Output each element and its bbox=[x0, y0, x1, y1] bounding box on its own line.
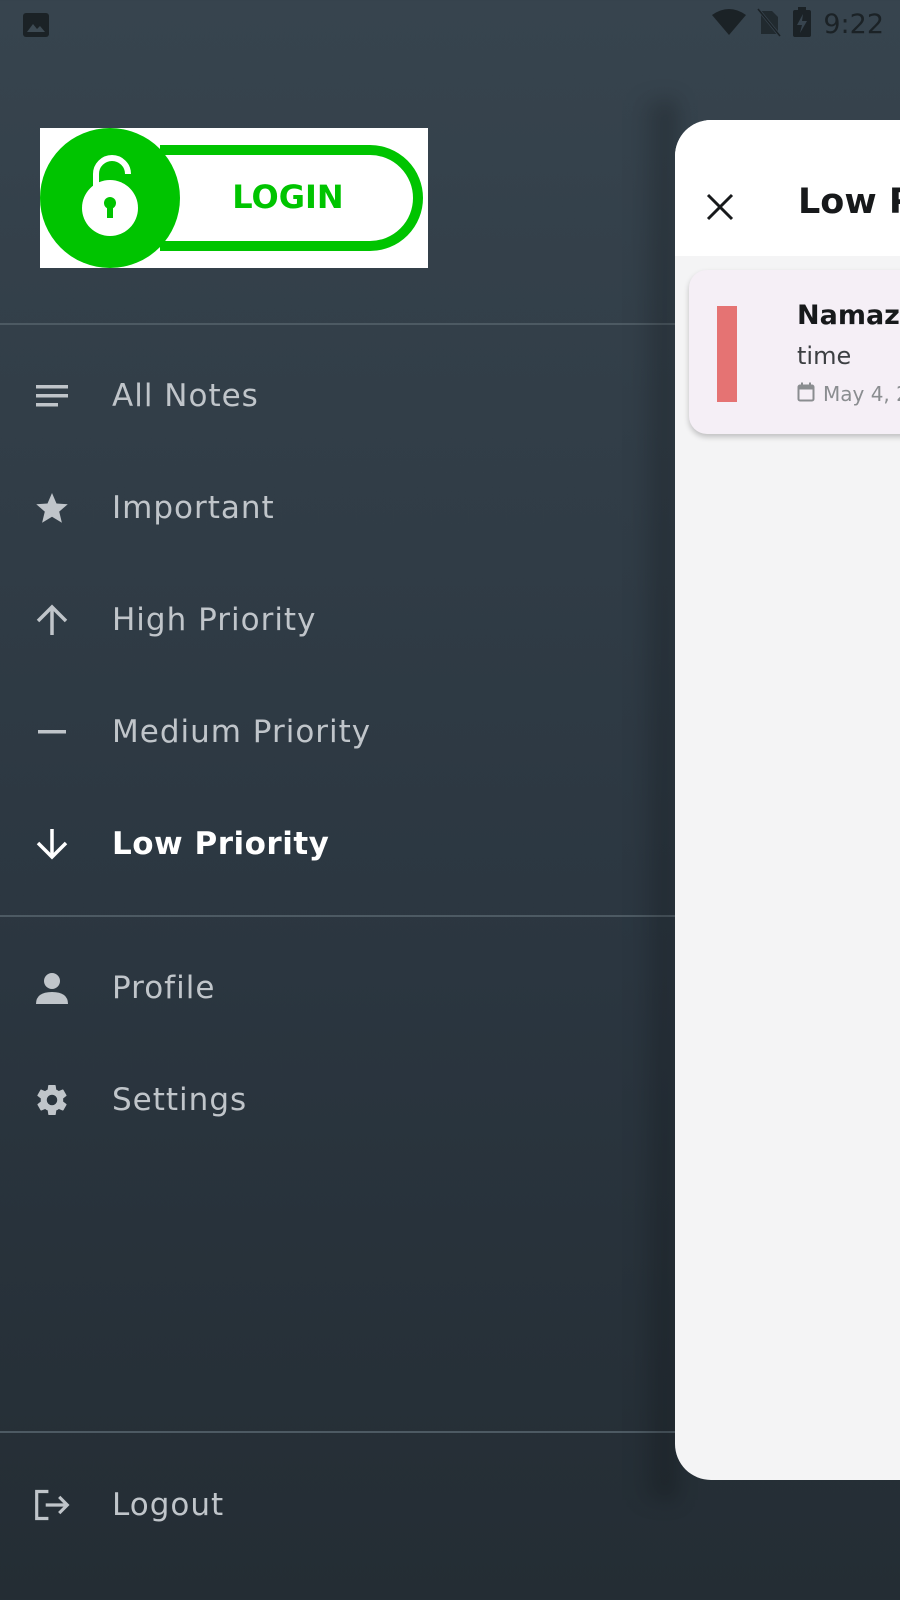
logo-text: LOGIN bbox=[232, 178, 343, 216]
status-bar: 9:22 bbox=[0, 0, 900, 48]
menu-item-label: Important bbox=[112, 490, 275, 526]
menu-item-label: Low Priority bbox=[112, 826, 330, 862]
menu-item-label: Logout bbox=[112, 1487, 225, 1523]
close-icon[interactable] bbox=[705, 192, 735, 222]
arrow-up-icon bbox=[34, 602, 70, 638]
sheet-shadow bbox=[636, 100, 676, 1500]
note-title: Namaz bbox=[797, 300, 900, 331]
menu-item-label: Settings bbox=[112, 1082, 248, 1118]
note-date: May 4, 20 bbox=[823, 382, 900, 406]
menu-item-label: Profile bbox=[112, 970, 216, 1006]
minus-icon bbox=[34, 714, 70, 750]
clock: 9:22 bbox=[823, 8, 884, 40]
sheet-header: Low P bbox=[675, 120, 900, 256]
person-icon bbox=[34, 970, 70, 1006]
image-icon bbox=[22, 12, 50, 42]
divider bbox=[0, 915, 680, 917]
battery-charging-icon bbox=[791, 6, 813, 42]
menu-item-medium-priority[interactable]: Medium Priority bbox=[0, 692, 676, 772]
notes-sheet: Low P Namaz time May 4, 20 bbox=[675, 120, 900, 1480]
menu-item-label: High Priority bbox=[112, 602, 317, 638]
priority-indicator bbox=[717, 306, 737, 402]
divider bbox=[0, 1431, 680, 1433]
note-card[interactable]: Namaz time May 4, 20 bbox=[689, 270, 900, 434]
menu-item-profile[interactable]: Profile bbox=[0, 948, 676, 1028]
menu-item-important[interactable]: Important bbox=[0, 468, 676, 548]
menu-item-all-notes[interactable]: All Notes bbox=[0, 356, 676, 436]
notes-icon bbox=[34, 378, 70, 414]
note-body: time bbox=[797, 342, 852, 370]
menu-item-high-priority[interactable]: High Priority bbox=[0, 580, 676, 660]
note-date-row: May 4, 20 bbox=[797, 382, 900, 406]
page-title: Low P bbox=[798, 182, 900, 222]
menu-item-low-priority[interactable]: Low Priority bbox=[0, 804, 676, 884]
no-sim-icon bbox=[757, 7, 782, 41]
arrow-down-icon bbox=[34, 826, 70, 862]
star-icon bbox=[34, 490, 70, 526]
logout-icon bbox=[34, 1487, 70, 1523]
logout-button[interactable]: Logout bbox=[0, 1465, 676, 1545]
calendar-icon bbox=[797, 382, 815, 406]
login-logo: LOGIN bbox=[40, 128, 428, 268]
gear-icon bbox=[34, 1082, 70, 1118]
wifi-icon bbox=[711, 7, 747, 41]
menu-item-label: Medium Priority bbox=[112, 714, 372, 750]
menu-item-label: All Notes bbox=[112, 378, 259, 414]
menu-item-settings[interactable]: Settings bbox=[0, 1060, 676, 1140]
divider bbox=[0, 323, 680, 325]
